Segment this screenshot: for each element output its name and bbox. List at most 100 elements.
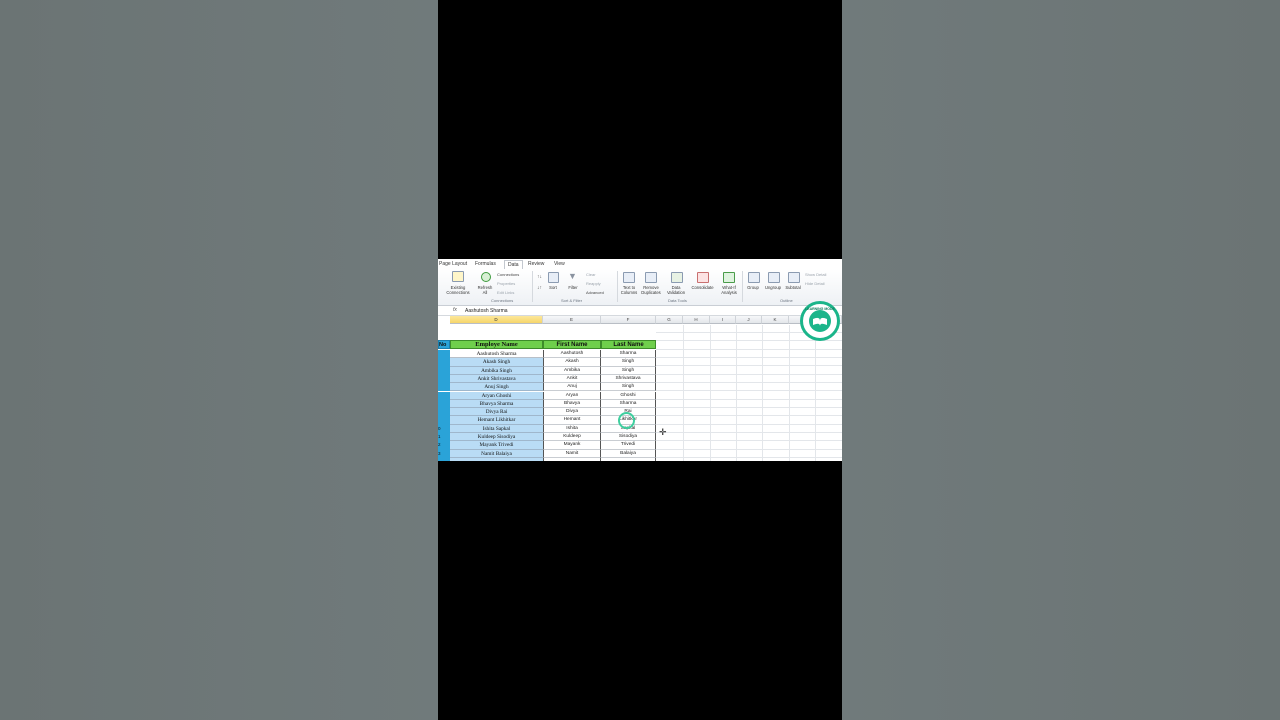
cell-first-name[interactable]: Aryan (543, 391, 601, 400)
formula-input[interactable]: Aashutosh Sharma (465, 308, 508, 314)
cell-last-name[interactable]: Sharma (601, 350, 656, 359)
cell-employe-name[interactable] (450, 457, 543, 461)
cell-no[interactable] (438, 416, 450, 425)
tab-page-layout[interactable]: Page Layout (439, 261, 467, 267)
cell-no[interactable] (438, 358, 450, 367)
column-header-h[interactable]: H (683, 316, 710, 324)
connections-button[interactable]: Connections (497, 272, 519, 277)
data-validation-button[interactable]: Data Validation (664, 285, 688, 295)
cell-no[interactable]: 2 (438, 441, 450, 450)
refresh-all-button[interactable]: Refresh All (476, 285, 494, 295)
header-last-name[interactable]: Last Name (601, 340, 656, 349)
cell-employe-name[interactable]: Mayank Trivedi (450, 441, 543, 450)
column-header-f[interactable]: F (601, 316, 656, 324)
cell-no[interactable] (438, 350, 450, 359)
cell-employe-name[interactable]: Aashutosh Sharma (450, 350, 543, 359)
fx-icon[interactable]: fx (453, 307, 457, 313)
cell-first-name[interactable]: Aashutosh (543, 350, 601, 359)
cell-first-name[interactable]: Akash (543, 358, 601, 367)
hide-detail-button[interactable]: Hide Detail (805, 281, 825, 286)
gridline (656, 399, 842, 400)
tab-data[interactable]: Data (504, 260, 523, 269)
cell-no[interactable]: 1 (438, 433, 450, 442)
cell-last-name[interactable]: Sharma (601, 399, 656, 409)
text-to-columns-button[interactable]: Text to Columns (618, 285, 640, 295)
cell-no[interactable]: 0 (438, 424, 450, 433)
column-header-k[interactable]: K (762, 316, 789, 324)
filter-button[interactable]: Filter (565, 285, 581, 290)
cell-no[interactable] (438, 457, 450, 461)
tab-review[interactable]: Review (528, 261, 544, 267)
header-first-name[interactable]: First Name (543, 340, 601, 349)
header-employe-name[interactable]: Employe Name (450, 340, 543, 349)
cell-employe-name[interactable]: Hemant Likhitkar (450, 416, 543, 425)
cell-first-name[interactable]: Divya (543, 408, 601, 417)
cell-employe-name[interactable]: Ankit Shrivastava (450, 374, 543, 384)
cell-first-name[interactable]: Namit (543, 449, 601, 458)
cell-last-name[interactable]: Ghoshi (601, 391, 656, 400)
cell-no[interactable] (438, 366, 450, 375)
clear-button[interactable]: Clear (586, 272, 596, 277)
header-no[interactable]: No (438, 340, 450, 349)
cell-employe-name[interactable]: Namit Balaiya (450, 449, 543, 458)
cell-last-name[interactable]: Singh (601, 383, 656, 392)
sort-za-icon[interactable]: ↓↑ (537, 285, 542, 291)
column-header-e[interactable]: E (543, 316, 601, 324)
cell-first-name[interactable]: Anuj (543, 383, 601, 392)
cell-employe-name[interactable]: Divya Rai (450, 408, 543, 417)
cell-last-name[interactable]: Singh (601, 366, 656, 375)
consolidate-button[interactable]: Consolidate (689, 285, 716, 290)
cell-first-name[interactable]: Ambika (543, 366, 601, 375)
sort-button[interactable]: Sort (546, 285, 560, 290)
ribbon-data: Existing Connections Refresh All Connect… (438, 269, 842, 306)
cell-employe-name[interactable]: Ambika Singh (450, 366, 543, 375)
sort-az-icon[interactable]: ↑↓ (537, 274, 542, 280)
gridline (656, 357, 842, 358)
column-header-j[interactable]: J (736, 316, 762, 324)
cell-first-name[interactable]: Ankit (543, 374, 601, 384)
tab-formulas[interactable]: Formulas (475, 261, 496, 267)
cell-first-name[interactable]: Hemant (543, 416, 601, 425)
cell-employe-name[interactable]: Bhavya Sharma (450, 399, 543, 409)
remove-duplicates-button[interactable]: Remove Duplicates (639, 285, 663, 295)
column-header-i[interactable]: I (710, 316, 736, 324)
cell-first-name[interactable]: Kuldeep (543, 433, 601, 442)
edit-links-button[interactable]: Edit Links (497, 290, 514, 295)
reapply-button[interactable]: Reapply (586, 281, 601, 286)
cell-no[interactable]: 3 (438, 449, 450, 458)
cell-no[interactable] (438, 374, 450, 384)
cell-last-name[interactable]: Trivedi (601, 441, 656, 450)
cell-employe-name[interactable]: Kuldeep Sisodiya (450, 433, 543, 442)
cell-first-name[interactable]: Mayank (543, 441, 601, 450)
what-if-analysis-button[interactable]: What-If Analysis (717, 285, 741, 295)
cell-no[interactable] (438, 399, 450, 409)
existing-connections-button[interactable]: Existing Connections (442, 285, 474, 295)
cell-last-name[interactable]: Sisodiya (601, 433, 656, 442)
cell-employe-name[interactable]: Aryan Ghoshi (450, 391, 543, 400)
advanced-button[interactable]: Advanced (586, 290, 604, 295)
cell-first-name[interactable]: Ishita (543, 424, 601, 433)
gridline (656, 457, 842, 458)
column-header-g[interactable]: G (656, 316, 683, 324)
cell-employe-name[interactable]: Ishita Sapkal (450, 424, 543, 433)
ungroup-button[interactable]: Ungroup (762, 285, 784, 290)
cell-first-name[interactable]: Bhavya (543, 399, 601, 409)
cell-no[interactable] (438, 383, 450, 392)
cell-last-name[interactable]: Shrivastava (601, 374, 656, 384)
consolidate-icon (697, 272, 709, 283)
cell-employe-name[interactable]: Akash Singh (450, 358, 543, 367)
show-detail-button[interactable]: Show Detail (805, 272, 826, 277)
properties-button[interactable]: Properties (497, 281, 515, 286)
tab-view[interactable]: View (554, 261, 565, 267)
cell-last-name[interactable]: Singh (601, 358, 656, 367)
cell-no[interactable] (438, 408, 450, 417)
column-header-d[interactable]: D (450, 316, 543, 324)
subtotal-button[interactable]: Subtotal (783, 285, 803, 290)
cell-first-name[interactable] (543, 457, 601, 461)
cell-last-name[interactable]: Balaiya (601, 449, 656, 458)
cell-no[interactable] (438, 391, 450, 400)
cell-last-name[interactable] (601, 457, 656, 461)
gridline (656, 449, 842, 450)
cell-employe-name[interactable]: Anuj Singh (450, 383, 543, 392)
group-button[interactable]: Group (743, 285, 763, 290)
